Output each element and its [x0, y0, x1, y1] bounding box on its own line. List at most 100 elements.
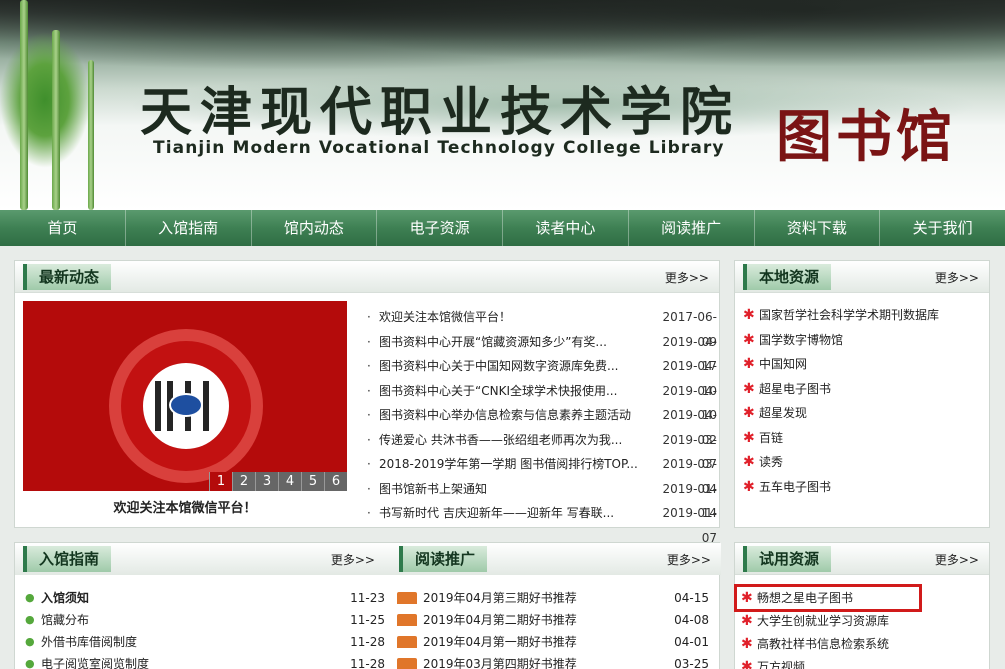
- panel-header: 最新动态 更多>>: [15, 261, 719, 293]
- book-icon: [397, 614, 417, 626]
- book-icon: [397, 592, 417, 604]
- news-title[interactable]: 2018-2019学年第一学期 图书借阅排行榜TOP...: [379, 452, 649, 477]
- slide-page-5[interactable]: 5: [301, 472, 324, 491]
- star-bullet-icon: ✱: [741, 590, 753, 607]
- list-item: 2019年03月第四期好书推荐 03-25: [397, 653, 709, 669]
- bamboo-decoration: [0, 0, 130, 210]
- list-item: 2019年04月第一期好书推荐 04-01: [397, 631, 709, 653]
- list-item[interactable]: ✱ 高教社样书信息检索系统: [741, 633, 889, 656]
- news-title[interactable]: 图书资料中心开展“馆藏资源知多少”有奖...: [379, 330, 649, 355]
- slide-page-1[interactable]: 1: [209, 472, 232, 491]
- guide-list: ● 入馆须知 11-23 ● 馆藏分布 11-25 ● 外借书库借阅制度 11-28 ● 电子…: [25, 587, 385, 669]
- college-name-cn: 天津现代职业技术学院: [140, 82, 741, 143]
- list-item: ● 外借书库借阅制度 11-28: [25, 631, 385, 653]
- list-item: · 图书资料中心关于“CNKI全球学术快报使用... 2019-04-10: [367, 379, 717, 423]
- slide-page-6[interactable]: 6: [324, 472, 347, 491]
- list-item: · 书写新时代 吉庆迎新年——迎新年 写春联... 2019-01-07: [367, 501, 717, 545]
- list-item: ● 入馆须知 11-23: [25, 587, 385, 609]
- more-link[interactable]: 更多>>: [667, 551, 711, 568]
- nav-item-about[interactable]: 关于我们: [880, 210, 1005, 246]
- nav-item-home[interactable]: 首页: [0, 210, 126, 246]
- star-bullet-icon: ✱: [741, 613, 753, 630]
- news-title[interactable]: 图书馆新书上架通知: [379, 477, 649, 502]
- more-link[interactable]: 更多>>: [331, 551, 375, 568]
- list-item: · 传递爱心 共沐书香——张绍组老师再次为我... 2019-03-07: [367, 428, 717, 472]
- more-link[interactable]: 更多>>: [935, 551, 979, 568]
- news-date: 2019-04-10: [662, 359, 717, 398]
- news-date: 2019-01-07: [662, 506, 717, 545]
- list-item[interactable]: ✱ 畅想之星电子图书: [741, 587, 889, 610]
- list-item[interactable]: ✱ 读秀: [743, 450, 939, 475]
- slide-pager: 1 2 3 4 5 6: [209, 472, 347, 491]
- list-item[interactable]: ✱ 五车电子图书: [743, 475, 939, 500]
- news-date: 2019-01-14: [662, 481, 717, 521]
- star-bullet-icon: ✱: [743, 356, 755, 372]
- star-bullet-icon: ✱: [743, 307, 755, 323]
- site-banner: 天津现代职业技术学院 Tianjin Modern Vocational Tec…: [0, 0, 1005, 210]
- list-item: ● 馆藏分布 11-25: [25, 609, 385, 631]
- panel-title: 试用资源: [743, 546, 832, 572]
- panel-title: 入馆指南: [23, 546, 112, 572]
- more-link[interactable]: 更多>>: [935, 269, 979, 286]
- star-bullet-icon: ✱: [743, 429, 755, 446]
- list-item: · 2018-2019学年第一学期 图书借阅排行榜TOP... 2019-03-04: [367, 452, 717, 496]
- news-title[interactable]: 图书资料中心关于中国知网数字资源库免费...: [379, 354, 649, 379]
- news-date: 2019-03-04: [662, 457, 717, 496]
- news-title[interactable]: 书写新时代 吉庆迎新年——迎新年 写春联...: [379, 501, 649, 526]
- more-link[interactable]: 更多>>: [665, 269, 709, 286]
- panel-title: 最新动态: [23, 264, 112, 290]
- library-title: 图书馆: [776, 104, 956, 170]
- star-bullet-icon: ✱: [743, 454, 755, 470]
- college-logo-icon: [169, 393, 203, 417]
- slideshow[interactable]: 1 2 3 4 5 6: [23, 301, 347, 491]
- slide-page-3[interactable]: 3: [255, 472, 278, 491]
- list-item[interactable]: ✱ 百链: [743, 426, 939, 451]
- trial-list: ✱ 畅想之星电子图书 ✱ 大学生创就业学习资源库 ✱ 高教社样书信息检索系统 ✱ 万方视…: [741, 587, 889, 669]
- nav-item-reading-promo[interactable]: 阅读推广: [629, 210, 755, 246]
- list-item[interactable]: ✱ 国家哲学社会科学学术期刊数据库: [743, 303, 939, 328]
- panel-header: 阅读推广 更多>>: [385, 543, 721, 575]
- list-item[interactable]: ✱ 万方视频: [741, 656, 889, 669]
- nav-item-reader-center[interactable]: 读者中心: [503, 210, 629, 246]
- bullet-icon: ●: [25, 657, 35, 669]
- list-item[interactable]: ✱ 超星电子图书: [743, 377, 939, 402]
- star-bullet-icon: ✱: [741, 636, 753, 653]
- news-title[interactable]: 欢迎关注本馆微信平台！: [379, 305, 649, 330]
- list-item[interactable]: ✱ 超星发现: [743, 401, 939, 426]
- list-item[interactable]: ✱ 中国知网: [743, 352, 939, 377]
- list-item[interactable]: ✱ 国学数字博物馆: [743, 328, 939, 353]
- news-list: · 欢迎关注本馆微信平台！ 2017-06-09 · 图书资料中心开展“馆藏资源知多少…: [367, 305, 717, 545]
- reading-list: 2019年04月第三期好书推荐 04-15 2019年04月第二期好书推荐 04-0…: [397, 587, 709, 669]
- resource-list: ✱ 国家哲学社会科学学术期刊数据库 ✱ 国学数字博物馆 ✱ 中国知网 ✱ 超星电子图书 …: [743, 303, 939, 499]
- local-resources-panel: 本地资源 更多>> ✱ 国家哲学社会科学学术期刊数据库 ✱ 国学数字博物馆 ✱ 中国知…: [734, 260, 990, 528]
- bullet-icon: ●: [25, 613, 35, 626]
- latest-news-panel: 最新动态 更多>> 1 2 3 4 5 6 欢迎关注本馆微信平台！ · 欢迎关注本…: [14, 260, 720, 545]
- news-title[interactable]: 图书资料中心关于“CNKI全球学术快报使用...: [379, 379, 649, 404]
- news-title[interactable]: 图书资料中心举办信息检索与信息素养主题活动: [379, 403, 649, 428]
- list-item: ● 电子阅览室阅览制度 11-28: [25, 653, 385, 669]
- nav-item-eresources[interactable]: 电子资源: [377, 210, 503, 246]
- slide-caption[interactable]: 欢迎关注本馆微信平台！: [23, 497, 347, 516]
- book-icon: [397, 636, 417, 648]
- star-bullet-icon: ✱: [743, 405, 755, 421]
- list-item: · 图书资料中心开展“馆藏资源知多少”有奖... 2019-04-17: [367, 330, 717, 374]
- news-title[interactable]: 传递爱心 共沐书香——张绍组老师再次为我...: [379, 428, 649, 453]
- nav-item-downloads[interactable]: 资料下载: [755, 210, 881, 246]
- list-item: · 图书馆新书上架通知 2019-01-14: [367, 477, 717, 521]
- star-bullet-icon: ✱: [743, 478, 755, 495]
- panel-header: 入馆指南 更多>>: [15, 543, 385, 575]
- main-nav: 首页 入馆指南 馆内动态 电子资源 读者中心 阅读推广 资料下载 关于我们: [0, 210, 1005, 246]
- trial-resources-panel: 试用资源 更多>> ✱ 畅想之星电子图书 ✱ 大学生创就业学习资源库 ✱ 高教社样书信…: [734, 542, 990, 669]
- panel-header: 试用资源 更多>>: [735, 543, 989, 575]
- wechat-badge: [109, 329, 263, 483]
- slide-page-2[interactable]: 2: [232, 472, 255, 491]
- nav-item-news[interactable]: 馆内动态: [252, 210, 378, 246]
- star-bullet-icon: ✱: [743, 380, 755, 397]
- slide-page-4[interactable]: 4: [278, 472, 301, 491]
- panel-title: 阅读推广: [399, 546, 488, 572]
- nav-item-guide[interactable]: 入馆指南: [126, 210, 252, 246]
- list-item[interactable]: ✱ 大学生创就业学习资源库: [741, 610, 889, 633]
- list-item: 2019年04月第三期好书推荐 04-15: [397, 587, 709, 609]
- news-date: 2019-04-02: [662, 408, 717, 447]
- list-item: · 欢迎关注本馆微信平台！ 2017-06-09: [367, 305, 717, 349]
